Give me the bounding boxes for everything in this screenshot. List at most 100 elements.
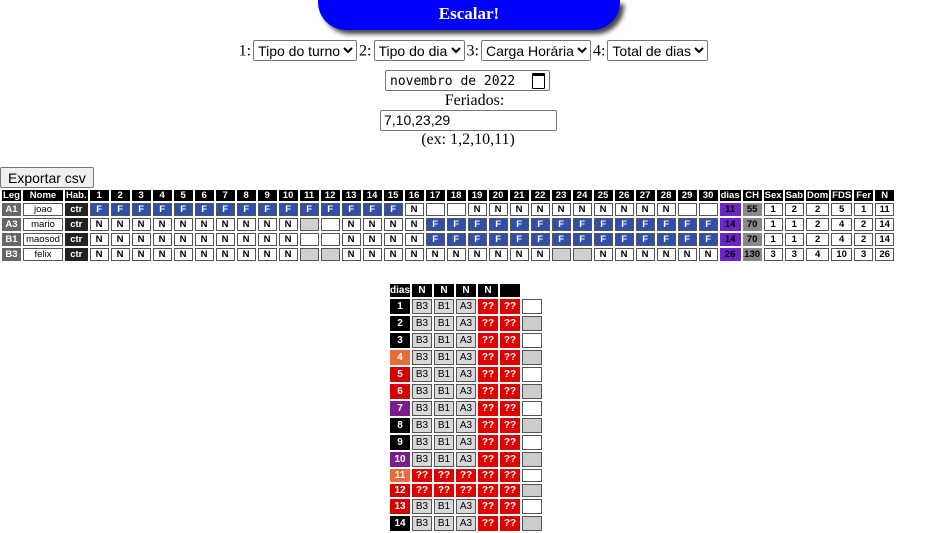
criteria-select-3[interactable]: Carga Horária	[480, 40, 591, 61]
shift-cell[interactable]: N	[341, 233, 361, 246]
shift-cell[interactable]: N	[572, 203, 592, 216]
shift-cell[interactable]: N	[110, 248, 130, 261]
shift-cell[interactable]: N	[89, 248, 109, 261]
shift-cell[interactable]	[677, 203, 697, 216]
shift-cell[interactable]: N	[404, 218, 424, 231]
shift-cell[interactable]: N	[236, 248, 256, 261]
shift-cell[interactable]: N	[362, 218, 382, 231]
shift-cell[interactable]: F	[509, 233, 529, 246]
shift-cell[interactable]: F	[299, 203, 319, 216]
criteria-select-2[interactable]: Tipo do dia	[373, 40, 465, 61]
shift-cell[interactable]: N	[467, 203, 487, 216]
shift-cell[interactable]: F	[362, 203, 382, 216]
shift-cell[interactable]: N	[677, 248, 697, 261]
shift-cell[interactable]: N	[488, 203, 508, 216]
shift-cell[interactable]: F	[572, 218, 592, 231]
shift-cell[interactable]: N	[194, 248, 214, 261]
shift-cell[interactable]	[551, 248, 571, 261]
shift-cell[interactable]: N	[194, 218, 214, 231]
shift-cell[interactable]: N	[698, 248, 718, 261]
calendar-icon[interactable]	[532, 73, 545, 89]
shift-cell[interactable]: N	[614, 248, 634, 261]
shift-cell[interactable]: N	[257, 218, 277, 231]
shift-cell[interactable]: F	[152, 203, 172, 216]
shift-cell[interactable]: F	[446, 233, 466, 246]
shift-cell[interactable]: F	[110, 203, 130, 216]
shift-cell[interactable]: N	[152, 248, 172, 261]
criteria-select-4[interactable]: Total de dias	[607, 40, 709, 61]
shift-cell[interactable]: N	[341, 248, 361, 261]
shift-cell[interactable]: N	[530, 248, 550, 261]
shift-cell[interactable]: N	[194, 233, 214, 246]
shift-cell[interactable]: F	[509, 218, 529, 231]
shift-cell[interactable]: F	[551, 233, 571, 246]
shift-cell[interactable]: N	[362, 248, 382, 261]
shift-cell[interactable]: N	[257, 248, 277, 261]
shift-cell[interactable]: F	[614, 218, 634, 231]
shift-cell[interactable]: N	[173, 248, 193, 261]
shift-cell[interactable]: F	[635, 233, 655, 246]
shift-cell[interactable]: N	[89, 218, 109, 231]
shift-cell[interactable]: N	[236, 233, 256, 246]
shift-cell[interactable]: F	[488, 218, 508, 231]
shift-cell[interactable]	[446, 203, 466, 216]
shift-cell[interactable]	[299, 233, 319, 246]
shift-cell[interactable]: F	[677, 218, 697, 231]
shift-cell[interactable]: F	[635, 218, 655, 231]
shift-cell[interactable]: N	[614, 203, 634, 216]
shift-cell[interactable]: N	[278, 233, 298, 246]
shift-cell[interactable]: F	[89, 203, 109, 216]
shift-cell[interactable]: F	[530, 218, 550, 231]
shift-cell[interactable]: N	[152, 233, 172, 246]
shift-cell[interactable]: N	[362, 233, 382, 246]
shift-cell[interactable]	[425, 203, 445, 216]
escalar-button[interactable]: Escalar!	[318, 0, 620, 30]
export-csv-button[interactable]: Exportar csv	[0, 167, 94, 188]
shift-cell[interactable]: F	[383, 203, 403, 216]
shift-cell[interactable]: N	[383, 248, 403, 261]
shift-cell[interactable]: N	[131, 248, 151, 261]
shift-cell[interactable]: N	[110, 218, 130, 231]
shift-cell[interactable]: N	[215, 218, 235, 231]
shift-cell[interactable]: F	[278, 203, 298, 216]
shift-cell[interactable]: N	[89, 233, 109, 246]
shift-cell[interactable]: N	[404, 203, 424, 216]
shift-cell[interactable]: F	[593, 218, 613, 231]
shift-cell[interactable]: N	[656, 248, 676, 261]
shift-cell[interactable]	[320, 233, 340, 246]
shift-cell[interactable]: F	[698, 233, 718, 246]
shift-cell[interactable]: N	[593, 248, 613, 261]
shift-cell[interactable]: F	[194, 203, 214, 216]
shift-cell[interactable]: N	[404, 233, 424, 246]
shift-cell[interactable]: N	[131, 218, 151, 231]
shift-cell[interactable]: F	[488, 233, 508, 246]
shift-cell[interactable]: N	[488, 248, 508, 261]
shift-cell[interactable]: N	[509, 203, 529, 216]
shift-cell[interactable]: N	[383, 233, 403, 246]
shift-cell[interactable]: N	[635, 203, 655, 216]
shift-cell[interactable]: N	[656, 203, 676, 216]
shift-cell[interactable]: N	[446, 248, 466, 261]
shift-cell[interactable]: N	[278, 218, 298, 231]
feriados-input[interactable]: 7,10,23,29	[380, 110, 557, 131]
shift-cell[interactable]: F	[215, 203, 235, 216]
shift-cell[interactable]: F	[677, 233, 697, 246]
shift-cell[interactable]: F	[341, 203, 361, 216]
shift-cell[interactable]: F	[551, 218, 571, 231]
shift-cell[interactable]: N	[425, 248, 445, 261]
shift-cell[interactable]: N	[215, 248, 235, 261]
shift-cell[interactable]: N	[341, 218, 361, 231]
shift-cell[interactable]: F	[614, 233, 634, 246]
shift-cell[interactable]: N	[173, 218, 193, 231]
shift-cell[interactable]	[299, 248, 319, 261]
shift-cell[interactable]: F	[656, 233, 676, 246]
shift-cell[interactable]: N	[551, 203, 571, 216]
shift-cell[interactable]: N	[278, 248, 298, 261]
shift-cell[interactable]: F	[656, 218, 676, 231]
shift-cell[interactable]: N	[635, 248, 655, 261]
shift-cell[interactable]: N	[257, 233, 277, 246]
shift-cell[interactable]: F	[131, 203, 151, 216]
shift-cell[interactable]: F	[467, 233, 487, 246]
shift-cell[interactable]: N	[593, 203, 613, 216]
shift-cell[interactable]	[572, 248, 592, 261]
